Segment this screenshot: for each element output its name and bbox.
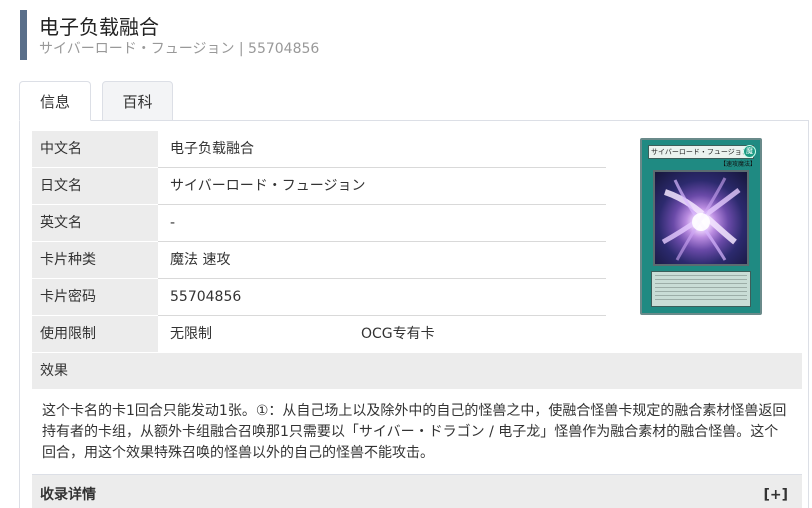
page-header: 电子负载融合 サイバーロード・フュージョン | 55704856: [20, 10, 800, 60]
page-subtitle: サイバーロード・フュージョン | 55704856: [39, 41, 320, 57]
row-label: 卡片密码: [32, 279, 158, 316]
vortex-artwork-icon: [661, 177, 741, 261]
card-text-lines: [655, 275, 747, 303]
card-image[interactable]: サイバーロード・フュージョン 魔 【速攻魔法】: [640, 138, 762, 315]
collection-header[interactable]: 收录详情 [+]: [32, 475, 802, 508]
row-label: 卡片种类: [32, 242, 158, 279]
row-label: 日文名: [32, 168, 158, 205]
row-value: -: [158, 205, 606, 242]
row-value: サイバーロード・フュージョン: [158, 168, 606, 205]
card-text-box: [651, 271, 751, 307]
expand-toggle[interactable]: [+]: [763, 475, 788, 508]
row-english-name: 英文名 -: [32, 205, 606, 242]
tab-wiki[interactable]: 百科: [102, 81, 173, 121]
row-japanese-name: 日文名 サイバーロード・フュージョン: [32, 168, 606, 205]
row-chinese-name: 中文名 电子负载融合: [32, 131, 606, 168]
row-card-type: 卡片种类 魔法 速攻: [32, 242, 606, 279]
row-label: 中文名: [32, 131, 158, 168]
title-accent-bar: [20, 10, 27, 60]
row-usage-limit: 使用限制 无限制 OCG专有卡: [32, 316, 606, 353]
card-type-line: 【速攻魔法】: [719, 161, 756, 168]
row-value: 55704856: [158, 279, 606, 316]
row-value: 无限制 OCG专有卡: [158, 316, 606, 353]
spell-attribute-icon: 魔: [743, 145, 756, 158]
row-label: 英文名: [32, 205, 158, 242]
row-label: 使用限制: [32, 316, 158, 353]
info-panel: 中文名 电子负载融合 日文名 サイバーロード・フュージョン 英文名 - 卡片种类…: [19, 120, 809, 508]
tab-info[interactable]: 信息: [19, 81, 91, 121]
row-card-password: 卡片密码 55704856: [32, 279, 606, 316]
row-value: 电子负载融合: [158, 131, 606, 168]
card-name-bar: サイバーロード・フュージョン: [648, 145, 754, 159]
card-artwork: [653, 170, 749, 266]
page-title: 电子负载融合: [39, 15, 159, 39]
collection-header-label: 收录详情: [40, 487, 96, 503]
effect-text: 这个卡名的卡1回合只能发动1张。①：从自己场上以及除外中的自己的怪兽之中，使融合…: [32, 389, 802, 475]
effect-header: 效果: [32, 353, 802, 389]
limit-status: 无限制: [170, 326, 212, 342]
row-value: 魔法 速攻: [158, 242, 606, 279]
ocg-exclusive-badge: OCG专有卡: [361, 326, 435, 342]
